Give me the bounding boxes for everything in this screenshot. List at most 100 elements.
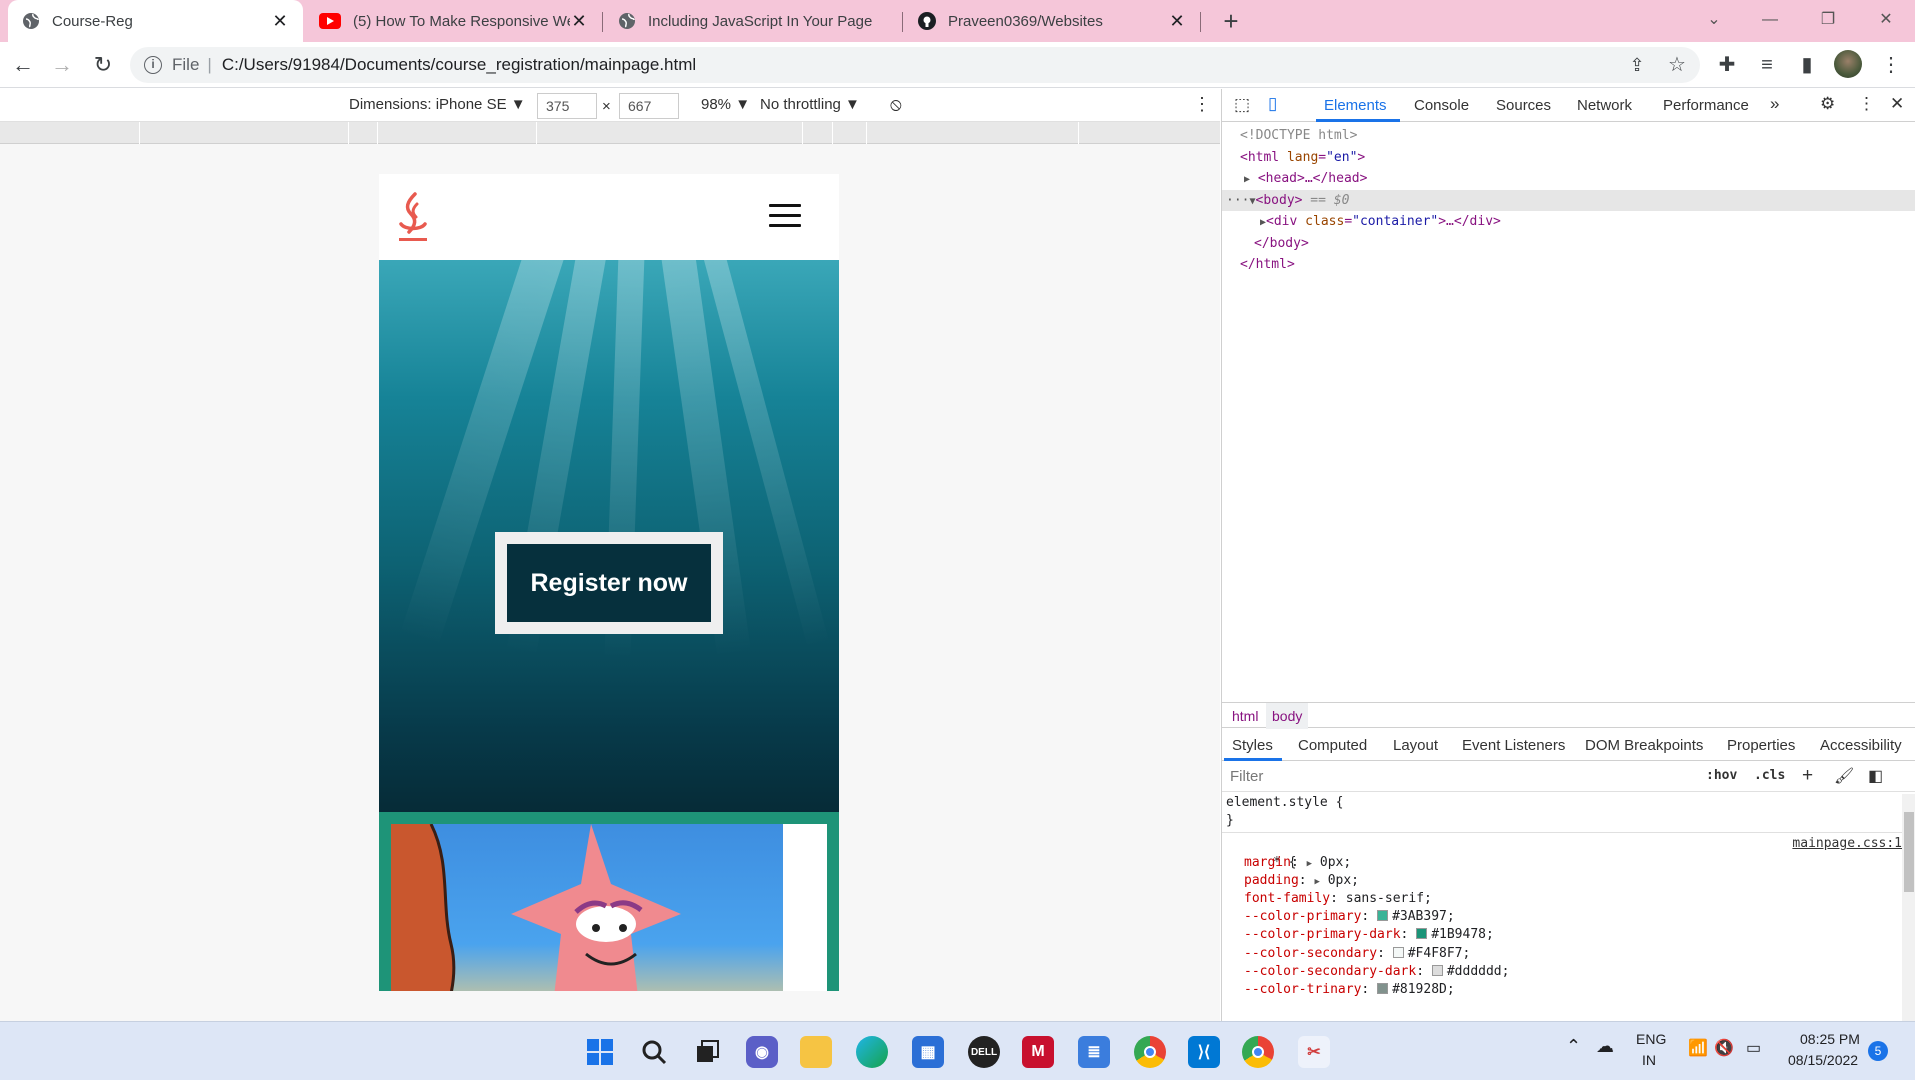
battery-icon[interactable]: ▭ (1746, 1038, 1761, 1058)
dom-line-div[interactable]: ▶<div class="container">…</div> (1222, 211, 1915, 233)
tab-styles[interactable]: Styles (1232, 737, 1273, 754)
new-tab-button[interactable]: + (1216, 6, 1246, 36)
close-window-button[interactable]: ✕ (1858, 0, 1914, 42)
cls-toggle[interactable]: .cls (1754, 768, 1785, 783)
tab-youtube[interactable]: (5) How To Make Responsive We ✕ (305, 0, 602, 42)
device-width-input[interactable]: 375 (537, 93, 597, 119)
css-property-color-secondary[interactable]: --color-secondary: #F4F8F7; (1222, 945, 1902, 963)
css-property-color-secondary-dark[interactable]: --color-secondary-dark: #dddddd; (1222, 963, 1902, 981)
notepad-icon[interactable]: ≣ (1078, 1036, 1110, 1068)
add-rule-icon[interactable]: + (1802, 765, 1813, 787)
reload-button[interactable]: ↻ (88, 50, 118, 80)
color-swatch[interactable] (1431, 964, 1443, 976)
mcafee-shield-icon[interactable]: M (1022, 1036, 1054, 1068)
ellipsis-icon[interactable]: ··· (1226, 193, 1249, 208)
scroll-thumb[interactable] (1904, 812, 1914, 892)
back-button[interactable]: ← (8, 50, 38, 80)
css-property-margin[interactable]: margin: ▶ 0px; (1222, 854, 1902, 872)
tab-search-button[interactable]: ⌄ (1686, 0, 1742, 42)
tab-properties[interactable]: Properties (1727, 737, 1795, 754)
expand-triangle-icon[interactable]: ▶ (1307, 859, 1312, 869)
bookmark-star-icon[interactable]: ☆ (1662, 50, 1692, 80)
dom-line-html-close[interactable]: </html> (1222, 254, 1915, 276)
tab-github[interactable]: Praveen0369/Websites ✕ (904, 0, 1200, 42)
clock-time[interactable]: 08:25 PM (1800, 1031, 1860, 1047)
close-devtools-icon[interactable]: ✕ (1890, 94, 1904, 114)
color-swatch[interactable] (1377, 982, 1389, 994)
tab-sources[interactable]: Sources (1496, 97, 1551, 114)
notification-badge[interactable]: 5 (1868, 1041, 1888, 1061)
device-toggle-icon[interactable]: ▯ (1268, 94, 1277, 114)
microsoft-store-icon[interactable]: ▦ (912, 1036, 944, 1068)
close-tab-icon[interactable]: ✕ (1168, 11, 1186, 32)
side-panel-icon[interactable]: ▮ (1792, 50, 1822, 80)
profile-avatar[interactable] (1834, 50, 1862, 78)
snipping-tool-icon[interactable]: ✂ (1298, 1036, 1330, 1068)
minimize-button[interactable]: — (1742, 0, 1798, 42)
teams-chat-icon[interactable]: ◉ (746, 1036, 778, 1068)
show-hidden-icons-icon[interactable]: ⌃ (1566, 1036, 1581, 1057)
info-icon[interactable]: i (144, 56, 162, 74)
expand-triangle-icon[interactable]: ▶ (1314, 877, 1319, 887)
device-dimensions-dropdown[interactable]: Dimensions: iPhone SE ▼ (349, 96, 526, 113)
inspect-element-icon[interactable]: ⬚ (1234, 95, 1250, 115)
extensions-puzzle-icon[interactable]: ✚ (1712, 50, 1742, 80)
dom-line-html[interactable]: <html lang="en"> (1222, 147, 1915, 169)
css-property-color-trinary[interactable]: --color-trinary: #81928D; (1222, 981, 1902, 999)
css-property-font-family[interactable]: font-family: sans-serif; (1222, 890, 1902, 908)
zoom-dropdown[interactable]: 98% ▼ (701, 96, 750, 113)
chrome-profile-icon[interactable] (1242, 1036, 1274, 1068)
universal-rule-selector[interactable]: * { mainpage.css:1 (1222, 835, 1902, 869)
styles-scrollbar[interactable] (1902, 794, 1915, 1021)
dell-icon[interactable]: DELL (968, 1036, 1000, 1068)
color-swatch[interactable] (1377, 910, 1389, 922)
wifi-icon[interactable]: 📶 (1688, 1038, 1708, 1058)
chrome-icon[interactable] (1134, 1036, 1166, 1068)
css-property-padding[interactable]: padding: ▶ 0px; (1222, 872, 1902, 890)
source-link[interactable]: mainpage.css:1 (1792, 835, 1902, 853)
onedrive-cloud-icon[interactable]: ☁ (1596, 1036, 1614, 1057)
dom-line-head[interactable]: ▶ <head>…</head> (1222, 168, 1915, 190)
flame-logo-icon[interactable] (393, 190, 433, 246)
address-bar[interactable]: i File | C:/Users/91984/Documents/course… (130, 47, 1700, 83)
toggle-sidebar-icon[interactable]: ◧ (1868, 766, 1883, 786)
file-explorer-icon[interactable] (800, 1036, 832, 1068)
hov-toggle[interactable]: :hov (1706, 768, 1737, 783)
tab-layout[interactable]: Layout (1393, 737, 1438, 754)
settings-gear-icon[interactable]: ⚙ (1820, 94, 1835, 114)
more-tabs-icon[interactable]: » (1770, 94, 1779, 114)
tab-network[interactable]: Network (1577, 97, 1632, 114)
tab-event-listeners[interactable]: Event Listeners (1462, 737, 1565, 754)
media-control-icon[interactable]: ≡ (1752, 50, 1782, 80)
tab-performance[interactable]: Performance (1663, 97, 1749, 114)
hamburger-menu-icon[interactable] (769, 204, 801, 228)
css-property-color-primary-dark[interactable]: --color-primary-dark: #1B9478; (1222, 926, 1902, 944)
close-tab-icon[interactable]: ✕ (570, 11, 588, 32)
filter-input[interactable]: Filter (1230, 768, 1263, 785)
tab-elements[interactable]: Elements (1324, 97, 1387, 114)
css-property-color-primary[interactable]: --color-primary: #3AB397; (1222, 908, 1902, 926)
rotate-icon[interactable]: ⦸ (890, 94, 902, 115)
restore-button[interactable]: ❐ (1800, 0, 1856, 42)
search-icon[interactable] (638, 1036, 670, 1068)
breadcrumb-body[interactable]: body (1266, 703, 1309, 729)
color-swatch[interactable] (1416, 928, 1428, 940)
breadcrumb-html[interactable]: html (1232, 708, 1258, 724)
device-more-icon[interactable]: ⋮ (1193, 94, 1211, 115)
language-indicator-top[interactable]: ENG (1636, 1031, 1666, 1047)
tab-course-reg[interactable]: Course-Reg ✕ (8, 0, 303, 42)
tab-console[interactable]: Console (1414, 97, 1469, 114)
register-now-button[interactable]: Register now (495, 532, 723, 634)
close-tab-icon[interactable]: ✕ (271, 11, 289, 32)
dom-line-body-close[interactable]: </body> (1222, 233, 1915, 255)
vscode-icon[interactable]: ⟩⟨ (1188, 1036, 1220, 1068)
media-query-ruler[interactable] (0, 122, 1220, 144)
tab-computed[interactable]: Computed (1298, 737, 1367, 754)
tab-dom-breakpoints[interactable]: DOM Breakpoints (1585, 737, 1703, 754)
devtools-menu-icon[interactable]: ⋮ (1858, 94, 1875, 114)
dom-line-doctype[interactable]: <!DOCTYPE html> (1222, 125, 1915, 147)
task-view-icon[interactable] (692, 1036, 724, 1068)
volume-muted-icon[interactable]: 🔇 (1714, 1038, 1734, 1058)
dom-line-body[interactable]: ···▼<body> == $0 (1222, 189, 1915, 211)
menu-kebab-icon[interactable]: ⋮ (1876, 50, 1906, 80)
